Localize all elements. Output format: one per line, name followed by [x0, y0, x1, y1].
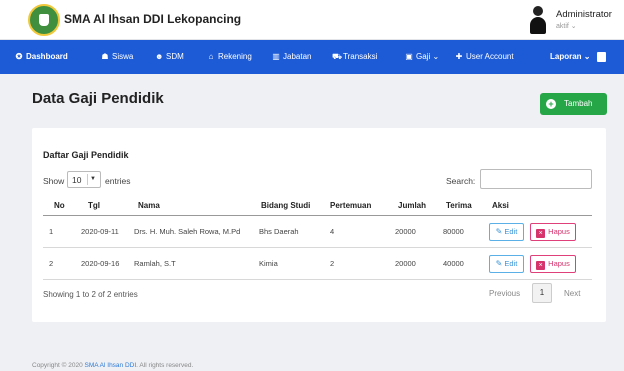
delete-button[interactable]: × Hapus [530, 223, 576, 241]
cell-no: 1 [49, 227, 54, 236]
nav-user-account-label: User Account [466, 52, 514, 61]
nav-dashboard[interactable]: ✪ Dashboard [15, 40, 68, 74]
page-title: Data Gaji Pendidik [32, 90, 164, 107]
nav-gaji-label: Gaji ⌄ [416, 52, 440, 61]
report-doc-icon[interactable] [597, 52, 606, 62]
pagination-page-1[interactable]: 1 [532, 283, 552, 303]
nav-transaksi-label: Transaksi [343, 52, 378, 61]
entries-label: entries [105, 176, 131, 186]
users-icon: ☗ [101, 52, 109, 61]
column-header-bidang-studi[interactable]: Bidang Studi [261, 201, 310, 210]
nav-jabatan-label: Jabatan [283, 52, 312, 61]
entries-select-value: 10 [72, 175, 82, 185]
nav-siswa-label: Siswa [112, 52, 134, 61]
edit-button[interactable]: ✎ Edit [489, 223, 524, 241]
cell-nama: Ramlah, S.T [134, 259, 176, 268]
column-header-nama[interactable]: Nama [138, 201, 160, 210]
user-avatar-icon[interactable] [530, 6, 546, 34]
column-header-tgl[interactable]: Tgl [88, 201, 100, 210]
cell-terima: 80000 [443, 227, 464, 236]
chart-icon: ▥ [272, 52, 280, 61]
table-info: Showing 1 to 2 of 2 entries [43, 290, 138, 299]
money-icon: ▣ [405, 52, 413, 61]
cell-bidang-studi: Kimia [259, 259, 278, 268]
bank-icon: ⌂ [208, 52, 214, 61]
footer-brand-link[interactable]: SMA Al Ihsan DDI [85, 362, 137, 369]
edit-icon: ✎ [495, 259, 503, 268]
row-divider [43, 247, 592, 248]
cell-pertemuan: 2 [330, 259, 335, 268]
salary-table-card: Daftar Gaji Pendidik Show 10 ▼ entries S… [32, 128, 606, 322]
nav-sdm[interactable]: ☻ SDM [155, 40, 184, 74]
nav-transaksi[interactable]: ⛟Transaksi [332, 40, 377, 74]
card-title: Daftar Gaji Pendidik [43, 150, 129, 160]
pagination-previous[interactable]: Previous [489, 289, 520, 298]
cell-jumlah: 20000 [395, 259, 416, 268]
footer: Copyright © 2020 SMA Al Ihsan DDI. All r… [32, 362, 193, 369]
edit-icon: ✎ [495, 227, 503, 236]
user-icon: ☻ [155, 52, 164, 61]
nav-siswa[interactable]: ☗ Siswa [101, 40, 133, 74]
close-icon: × [536, 229, 546, 238]
pagination-next[interactable]: Next [564, 289, 580, 298]
user-name[interactable]: Administrator [556, 9, 612, 20]
gauge-icon: ✪ [15, 52, 23, 61]
header-divider [43, 215, 592, 216]
app-title[interactable]: SMA Al Ihsan DDI Lekopancing [64, 12, 241, 26]
nav-rekening[interactable]: ⌂ Rekening [207, 40, 252, 74]
column-header-pertemuan[interactable]: Pertemuan [330, 201, 371, 210]
column-header-terima[interactable]: Terima [446, 201, 472, 210]
cell-bidang-studi: Bhs Daerah [259, 227, 299, 236]
delete-label: Hapus [548, 259, 570, 268]
column-header-aksi[interactable]: Aksi [492, 201, 509, 210]
column-header-no[interactable]: No [54, 201, 65, 210]
top-header: SMA Al Ihsan DDI Lekopancing Administrat… [0, 0, 624, 40]
search-input[interactable] [480, 169, 592, 189]
edit-button[interactable]: ✎ Edit [489, 255, 524, 273]
nav-rekening-label: Rekening [218, 52, 252, 61]
nav-dashboard-label: Dashboard [26, 52, 68, 61]
search-label: Search: [446, 176, 476, 186]
cell-tgl: 2020-09-16 [81, 259, 120, 268]
row-divider [43, 279, 592, 280]
cell-tgl: 2020-09-11 [81, 227, 119, 236]
delete-label: Hapus [548, 227, 570, 236]
add-button-label: Tambah [564, 99, 593, 108]
nav-sdm-label: SDM [166, 52, 184, 61]
nav-user-account[interactable]: ✚ User Account [455, 40, 514, 74]
nav-jabatan[interactable]: ▥ Jabatan [272, 40, 311, 74]
user-status[interactable]: aktif ⌄ [556, 22, 577, 30]
edit-label: Edit [504, 259, 518, 268]
close-icon: × [536, 261, 546, 270]
main-navbar: ✪ Dashboard ☗ Siswa ☻ SDM ⌂ Rekening ▥ Jabata… [0, 40, 624, 74]
show-label: Show [43, 176, 65, 186]
cell-nama: Drs. H. Muh. Saleh Rowa, M.Pd [134, 227, 241, 236]
nav-laporan[interactable]: Laporan ⌄ [550, 40, 590, 74]
cart-icon: ⛟ [332, 52, 343, 61]
delete-button[interactable]: × Hapus [530, 255, 576, 273]
chevron-down-icon: ▼ [87, 174, 98, 185]
footer-prefix: Copyright © 2020 [32, 362, 85, 369]
school-logo[interactable] [28, 4, 60, 36]
add-button[interactable]: + Tambah [540, 93, 607, 115]
column-header-jumlah[interactable]: Jumlah [398, 201, 426, 210]
nav-gaji[interactable]: ▣ Gaji ⌄ [405, 40, 439, 74]
entries-select[interactable]: 10 ▼ [67, 171, 101, 188]
user-plus-icon: ✚ [455, 52, 463, 61]
cell-jumlah: 20000 [395, 227, 416, 236]
cell-no: 2 [49, 259, 54, 268]
plus-circle-icon: + [546, 99, 556, 109]
cell-terima: 40000 [443, 259, 464, 268]
footer-suffix: . All rights reserved. [136, 362, 194, 369]
edit-label: Edit [504, 227, 518, 236]
cell-pertemuan: 4 [330, 227, 335, 236]
